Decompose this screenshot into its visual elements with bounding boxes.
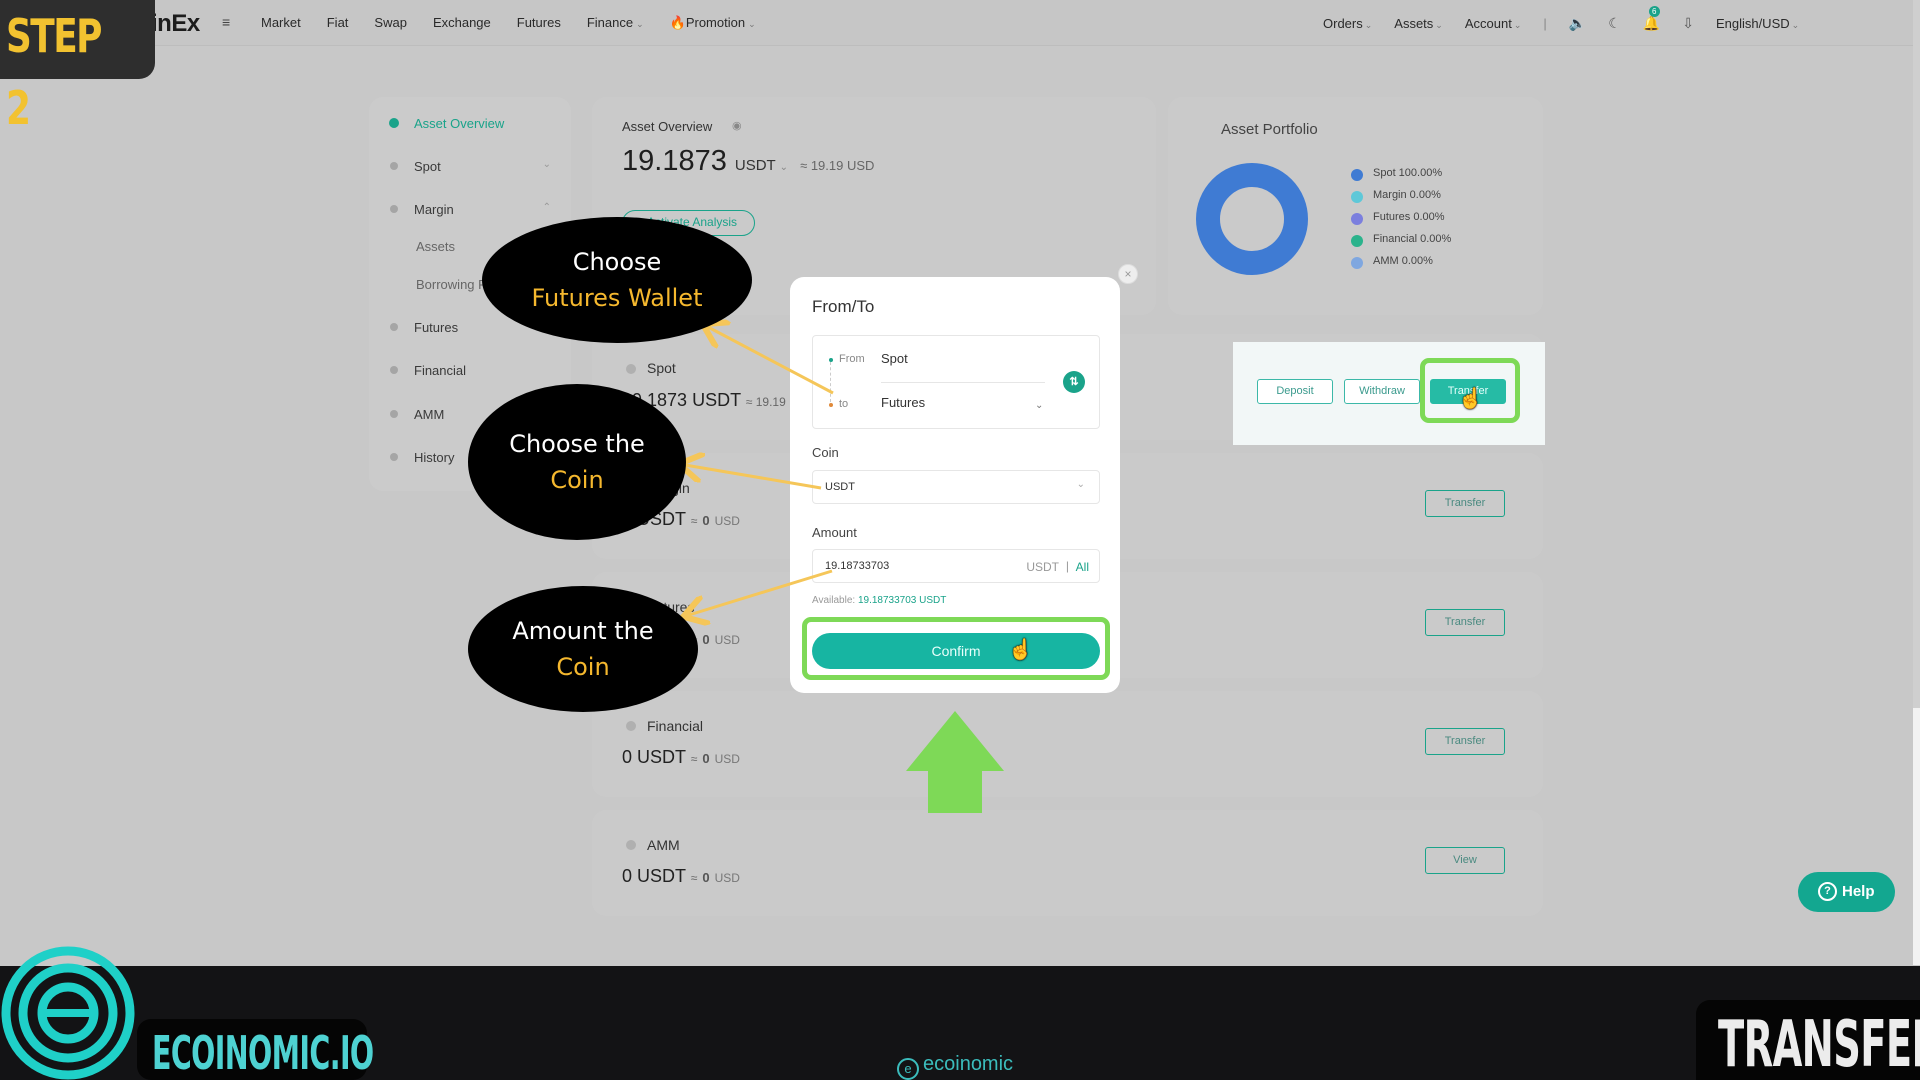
up-arrow-icon (906, 711, 1004, 813)
mini-brand: e ecoinomic (897, 1053, 1013, 1080)
callout-choose-coin: Choose the Coin (468, 384, 686, 540)
question-icon: ? (1818, 882, 1837, 901)
brand-name: ECOINOMIC.IO (152, 1026, 374, 1080)
arrow-to-coin-callout (685, 465, 822, 490)
help-button[interactable]: ? Help (1798, 872, 1895, 912)
mini-brand-text: ecoinomic (923, 1053, 1014, 1075)
scrollbar-thumb[interactable] (1913, 0, 1920, 708)
ecoinomic-logo-icon: e (897, 1058, 919, 1080)
callout-highlight-text: Futures Wallet (531, 284, 703, 312)
annotation-arrows (0, 0, 1004, 813)
help-label: Help (1842, 883, 1875, 900)
arrow-to-futures-callout (708, 327, 834, 395)
callout-amount: Amount the Coin (468, 586, 698, 712)
callout-text: Amount the (512, 617, 654, 645)
arrow-to-amount-callout (689, 569, 833, 615)
ecoinomic-logo-icon (1, 946, 135, 1080)
callout-highlight-text: Coin (550, 466, 604, 494)
topic-label: TRANSFER (1718, 1008, 1920, 1080)
callout-futures-wallet: Choose Futures Wallet (482, 217, 752, 343)
callout-text: Choose the (509, 430, 645, 458)
callout-highlight-text: Coin (556, 653, 610, 681)
callout-text: Choose (572, 248, 662, 276)
